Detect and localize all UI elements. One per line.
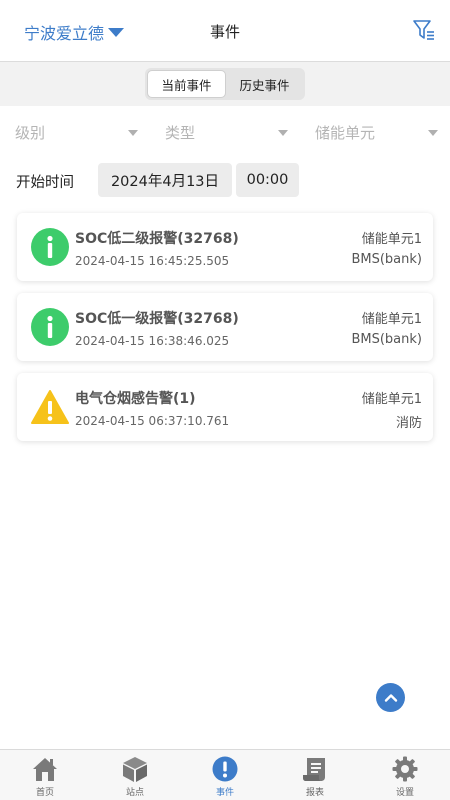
info-icon [31, 228, 69, 266]
home-icon [33, 758, 57, 781]
tab-events[interactable]: 事件 [180, 750, 270, 800]
event-card[interactable]: 电气仓烟感告警(1) 2024-04-15 06:37:10.761 储能单元1… [17, 373, 433, 441]
event-title: SOC低一级报警(32768) [75, 311, 239, 327]
tab-site[interactable]: 站点 [90, 750, 180, 800]
header: 宁波爱立德 事件 [0, 0, 450, 62]
unit-dropdown[interactable]: 储能单元 [315, 122, 438, 143]
chevron-down-icon [428, 129, 438, 136]
type-placeholder: 类型 [165, 124, 196, 142]
unit-placeholder: 储能单元 [315, 124, 376, 142]
tab-site-label: 站点 [125, 788, 144, 798]
event-segment-control: 当前事件 历史事件 [145, 68, 305, 100]
start-time-picker[interactable]: 00:00 [236, 163, 299, 197]
event-timestamp: 2024-04-15 16:45:25.505 [75, 254, 230, 268]
event-unit: 储能单元1 [361, 232, 422, 247]
segment-area: 当前事件 历史事件 [0, 62, 450, 106]
chevron-down-icon [278, 129, 288, 136]
cube-icon [123, 757, 147, 782]
start-time-row: 开始时间 2024年4月13日 00:00 [0, 163, 450, 197]
chevron-down-icon [128, 129, 138, 136]
scroll-to-top-button[interactable] [376, 683, 405, 712]
tab-settings-label: 设置 [395, 788, 414, 798]
event-source: BMS(bank) [351, 332, 422, 347]
event-title: 电气仓烟感告警(1) [75, 391, 196, 407]
tab-report-label: 报表 [305, 788, 324, 798]
level-dropdown[interactable]: 级别 [15, 122, 138, 143]
gear-icon [392, 756, 418, 782]
event-unit: 储能单元1 [361, 312, 422, 327]
tab-home[interactable]: 首页 [0, 750, 90, 800]
filter-icon[interactable] [412, 18, 436, 42]
event-timestamp: 2024-04-15 16:38:46.025 [75, 334, 230, 348]
tab-home-label: 首页 [35, 788, 54, 798]
event-card[interactable]: SOC低一级报警(32768) 2024-04-15 16:38:46.025 … [17, 293, 433, 361]
event-source: 消防 [395, 416, 422, 431]
report-icon [303, 758, 325, 781]
event-title: SOC低二级报警(32768) [75, 231, 239, 247]
warning-icon [31, 390, 69, 424]
tab-report[interactable]: 报表 [270, 750, 360, 800]
start-date-picker[interactable]: 2024年4月13日 [98, 163, 232, 197]
level-placeholder: 级别 [15, 124, 46, 142]
tab-events-label: 事件 [215, 788, 234, 798]
page-title: 事件 [209, 23, 240, 41]
start-time-label: 开始时间 [16, 175, 74, 191]
event-card[interactable]: SOC低二级报警(32768) 2024-04-15 16:45:25.505 … [17, 213, 433, 281]
tab-current-events[interactable]: 当前事件 [147, 70, 226, 98]
info-icon [31, 308, 69, 346]
event-timestamp: 2024-04-15 06:37:10.761 [75, 414, 230, 428]
chevron-up-icon [384, 693, 397, 702]
event-unit: 储能单元1 [361, 392, 422, 407]
tab-history-events[interactable]: 历史事件 [226, 70, 303, 98]
type-dropdown[interactable]: 类型 [165, 122, 288, 143]
alert-icon [212, 756, 238, 782]
filter-row: 级别 类型 储能单元 [0, 118, 450, 148]
bottom-tab-bar: 首页 站点 事件 报表 设置 [0, 749, 450, 800]
tab-settings[interactable]: 设置 [360, 750, 450, 800]
event-source: BMS(bank) [351, 252, 422, 267]
